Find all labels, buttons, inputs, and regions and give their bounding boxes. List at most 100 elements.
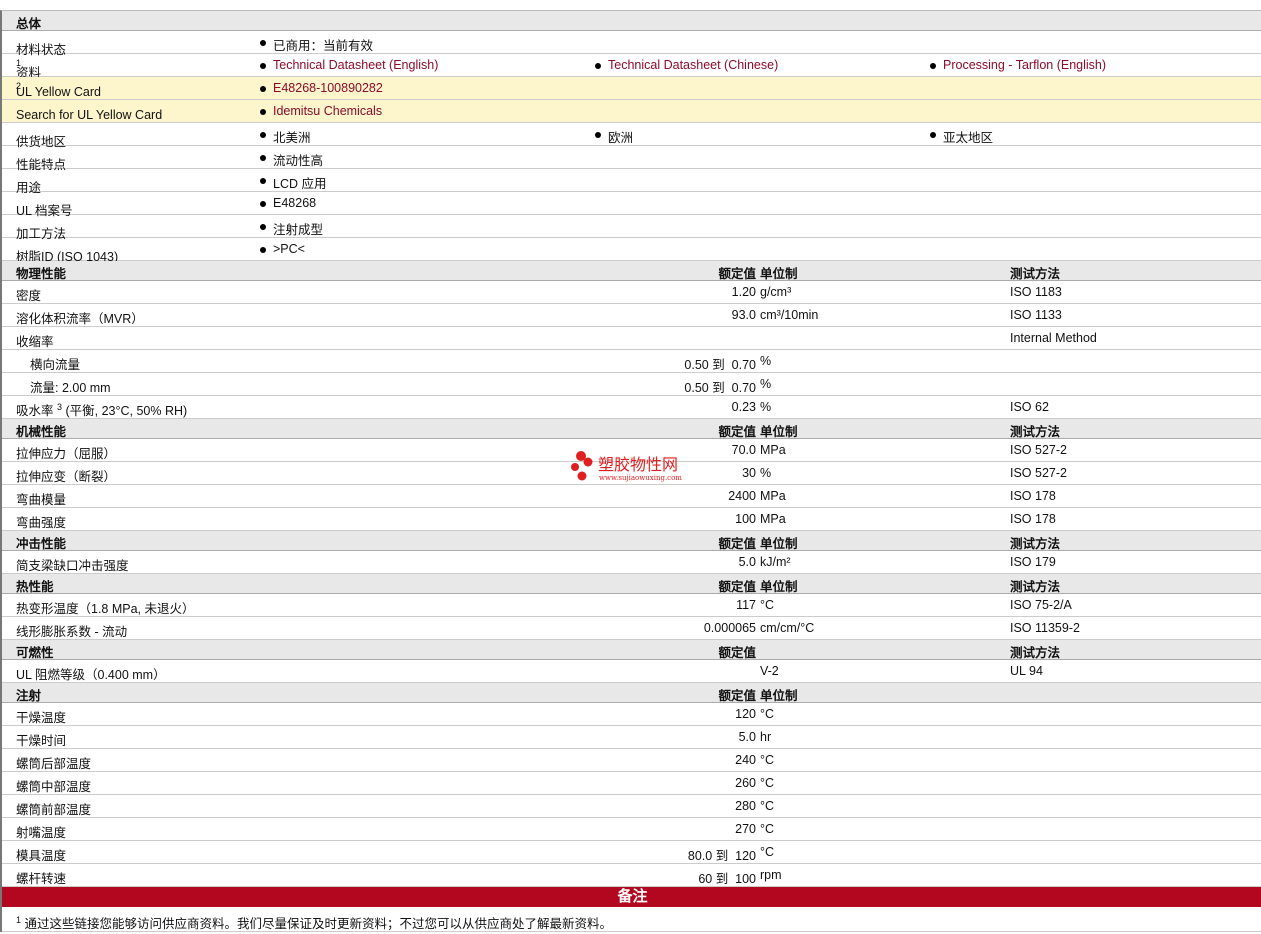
link-item[interactable]: Technical Datasheet (Chinese) <box>608 58 778 72</box>
label-suffix: (平衡, 23°C, 50% RH) <box>62 404 188 418</box>
property-value: 2400 <box>728 489 756 503</box>
bullet-item: Processing - Tarflon (English) <box>930 58 1106 72</box>
bullet-item: 注射成型 <box>260 219 323 238</box>
property-label: 溶化体积流率（MVR） <box>16 308 144 327</box>
property-row: 螺杆转速 60 到 100 rpm <box>2 864 1261 887</box>
item-text: 注射成型 <box>273 223 324 237</box>
test-method: ISO 75-2/A <box>1010 598 1072 612</box>
watermark-logo: 塑胶物性网 www.sujiaowuxing.com <box>571 451 682 482</box>
property-row: 简支梁缺口冲击强度 5.0 kJ/m² ISO 179 <box>2 551 1261 574</box>
property-value: 30 <box>742 466 756 480</box>
item-text: 已商用：当前有效 <box>273 39 374 53</box>
section-title: 总体 <box>16 17 42 31</box>
property-row: 收缩率 Internal Method <box>2 327 1261 350</box>
property-row: 螺筒后部温度 240 °C <box>2 749 1261 772</box>
link-item[interactable]: Processing - Tarflon (English) <box>943 58 1106 72</box>
test-method: ISO 1183 <box>1010 285 1062 299</box>
bullet-item: 流动性高 <box>260 150 323 169</box>
section-header: 机械性能 额定值 单位制 测试方法 <box>2 419 1261 439</box>
label-text: 螺筒后部温度 <box>16 757 92 771</box>
column-header-unit: 单位制 <box>760 537 798 551</box>
property-row: 弯曲模量 2400 MPa ISO 178 <box>2 485 1261 508</box>
test-method: ISO 178 <box>1010 489 1056 503</box>
label-text: 密度 <box>16 289 42 303</box>
label-text: 溶化体积流率（MVR） <box>16 312 144 326</box>
label-text: 拉伸应变（断裂） <box>16 470 117 484</box>
column-header-test: 测试方法 <box>1010 537 1061 551</box>
property-row: Search for UL Yellow Card Idemitsu Chemic… <box>2 100 1261 123</box>
property-label: 干燥时间 <box>16 730 66 749</box>
property-value: 0.50 到 0.70 <box>684 381 756 395</box>
property-value: 1.20 <box>731 285 756 299</box>
bullet-item: LCD 应用 <box>260 173 326 192</box>
label-text: Search for UL Yellow Card <box>16 108 163 122</box>
property-row: 吸水率 3 (平衡, 23°C, 50% RH) 0.23% ISO 62 <box>2 396 1261 419</box>
property-unit: MPa <box>760 489 786 503</box>
bullet-item: 欧洲 <box>595 127 633 146</box>
property-unit: °C <box>760 799 775 813</box>
property-row: 树脂ID (ISO 1043) >PC< <box>2 238 1261 264</box>
property-unit: °C <box>760 822 775 836</box>
label-text: 弯曲强度 <box>16 516 67 530</box>
footnote-number: 1 <box>16 915 22 925</box>
property-row: UL 阻燃等级（0.400 mm） V-2 UL 94 <box>2 660 1261 683</box>
property-unit: °C <box>760 707 775 721</box>
property-unit: °C <box>760 598 775 612</box>
property-row: 供货地区 北美洲 欧洲 亚太地区 <box>2 123 1261 149</box>
property-label: UL Yellow Card 2 <box>16 81 101 99</box>
watermark-name: 塑胶物性网 <box>598 455 678 474</box>
section-title: 注射 <box>16 689 42 703</box>
link-item[interactable]: Technical Datasheet (English) <box>273 58 438 72</box>
column-header-test: 测试方法 <box>1010 267 1061 281</box>
label-text: 热变形温度（1.8 MPa, 未退火） <box>16 602 195 616</box>
property-label: 射嘴温度 <box>16 822 66 841</box>
property-unit: % <box>760 400 772 414</box>
property-unit: cm³/10min <box>760 308 819 322</box>
link-item[interactable]: E48268-100890282 <box>273 81 383 95</box>
property-row: 螺筒中部温度 260 °C <box>2 772 1261 795</box>
column-header-value: 额定值 <box>718 646 756 660</box>
column-header-unit: 单位制 <box>760 580 798 594</box>
property-unit: hr <box>760 730 772 744</box>
property-row: 模具温度 80.0 到 120 °C <box>2 841 1261 864</box>
link-item[interactable]: Idemitsu Chemicals <box>273 104 382 118</box>
column-header-unit: 单位制 <box>760 425 798 439</box>
test-method: UL 94 <box>1010 664 1043 678</box>
property-row: 溶化体积流率（MVR） 93.0 cm³/10min ISO 1133 <box>2 304 1261 327</box>
section-title: 机械性能 <box>16 425 67 439</box>
label-text: UL 阻燃等级（0.400 mm） <box>16 668 166 682</box>
column-header-test: 测试方法 <box>1010 425 1061 439</box>
section-header: 注射 额定值 单位制 <box>2 683 1261 703</box>
property-unit: % <box>760 466 772 480</box>
item-text: LCD 应用 <box>273 177 327 191</box>
test-method: ISO 527-2 <box>1010 466 1067 480</box>
property-row: 线形膨胀系数 - 流动 0.000065 cm/cm/°C ISO 11359-2 <box>2 617 1261 640</box>
bullet-item: E48268 <box>260 196 316 210</box>
property-row: UL 档案号 E48268 <box>2 192 1261 218</box>
property-label: 热变形温度（1.8 MPa, 未退火） <box>16 598 195 617</box>
property-row: 密度 1.20 g/cm³ ISO 1183 <box>2 281 1261 304</box>
property-label: 弯曲模量 <box>16 489 66 508</box>
property-unit: rpm <box>760 868 782 882</box>
property-label: 弯曲强度 <box>16 512 66 531</box>
property-unit: V-2 <box>760 664 779 678</box>
property-row: 横向流量 0.50 到 0.70% <box>2 350 1261 373</box>
item-text: 亚太地区 <box>943 131 994 145</box>
label-text: 流量: 2.00 mm <box>30 381 111 395</box>
section-title: 热性能 <box>16 580 54 594</box>
property-label: 螺杆转速 <box>16 868 66 887</box>
property-row: UL Yellow Card 2 E48268-100890282 <box>2 77 1261 100</box>
property-label: 拉伸应变（断裂） <box>16 466 116 485</box>
test-method: ISO 11359-2 <box>1010 621 1080 635</box>
property-row: 干燥时间 5.0 hr <box>2 726 1261 749</box>
property-value: 240 <box>735 753 756 767</box>
label-text: 螺筒中部温度 <box>16 780 92 794</box>
property-unit: MPa <box>760 443 786 457</box>
column-header-test: 测试方法 <box>1010 646 1061 660</box>
property-label: 横向流量 <box>30 354 80 373</box>
bullet-item: Technical Datasheet (Chinese) <box>595 58 778 72</box>
item-text: 流动性高 <box>273 154 324 168</box>
label-text: 模具温度 <box>16 849 67 863</box>
property-label: 收缩率 <box>16 331 54 350</box>
test-method: ISO 62 <box>1010 400 1049 414</box>
